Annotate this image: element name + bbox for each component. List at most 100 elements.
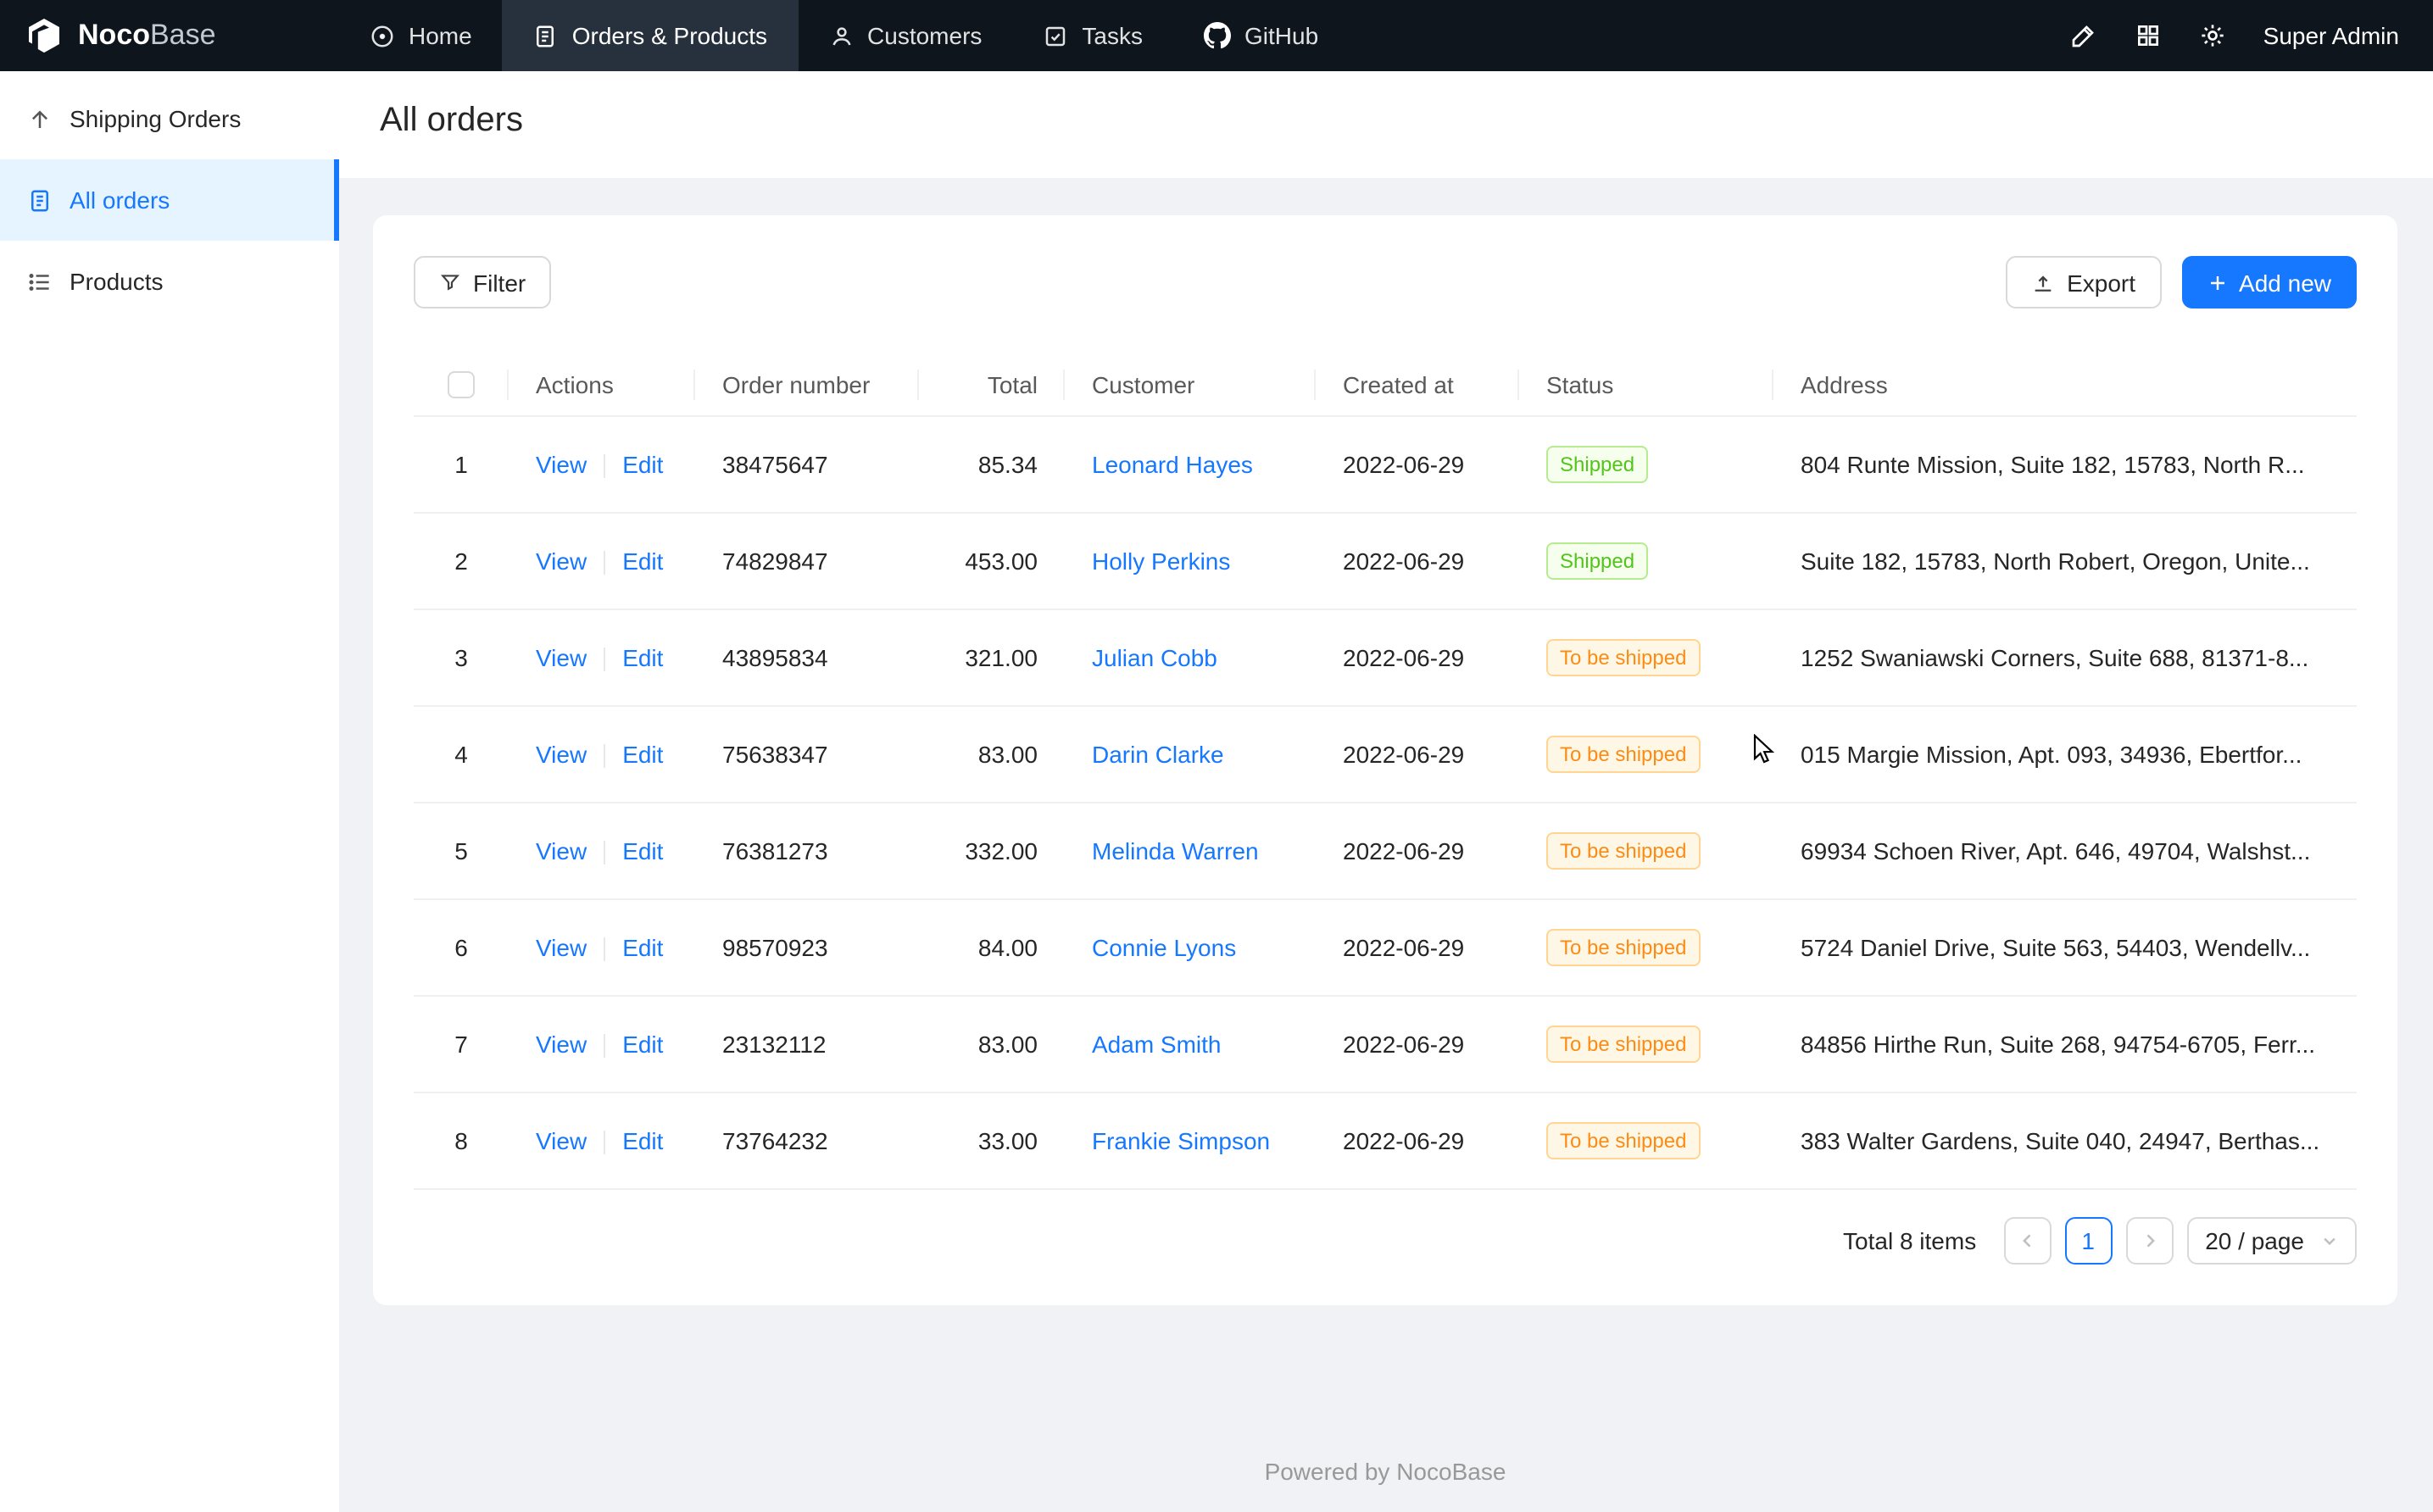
- table-row: 5 ViewEdit 76381273 332.00 Melinda Warre…: [414, 803, 2357, 900]
- row-index: 2: [414, 514, 509, 610]
- nav-item-label: Tasks: [1082, 22, 1143, 49]
- orders-icon: [27, 187, 53, 213]
- filter-button[interactable]: Filter: [414, 256, 551, 309]
- customer-link[interactable]: Darin Clarke: [1092, 742, 1224, 769]
- column-order-number: Order number: [695, 353, 919, 417]
- customer-cell: Leonard Hayes: [1065, 417, 1316, 514]
- customer-link[interactable]: Frankie Simpson: [1092, 1128, 1270, 1155]
- order-number-cell: 98570923: [695, 900, 919, 997]
- sidebar: Shipping Orders All orders Products: [0, 71, 339, 1512]
- edit-link[interactable]: Edit: [622, 1127, 663, 1154]
- actions-divider: [604, 842, 605, 865]
- top-navbar: NocoBase Home Orders & Products Customer…: [0, 0, 2433, 71]
- customer-link[interactable]: Julian Cobb: [1092, 645, 1217, 672]
- nav-item-orders-products[interactable]: Orders & Products: [503, 0, 798, 71]
- actions-divider: [604, 745, 605, 769]
- column-total: Total: [919, 353, 1065, 417]
- edit-link[interactable]: Edit: [622, 741, 663, 768]
- sidebar-item-shipping-orders[interactable]: Shipping Orders: [0, 78, 339, 159]
- edit-link[interactable]: Edit: [622, 1031, 663, 1058]
- view-link[interactable]: View: [536, 934, 587, 961]
- created-at-cell: 2022-06-29: [1316, 514, 1519, 610]
- row-actions: View Edit: [509, 997, 695, 1093]
- customer-cell: Melinda Warren: [1065, 803, 1316, 900]
- sidebar-item-label: All orders: [70, 186, 170, 214]
- view-link[interactable]: View: [536, 741, 587, 768]
- nav-item-label: Home: [409, 22, 472, 49]
- page-1-button[interactable]: 1: [2064, 1218, 2112, 1265]
- export-button-label: Export: [2067, 269, 2135, 296]
- total-cell: 84.00: [919, 900, 1065, 997]
- status-cell: To be shipped: [1519, 1093, 1773, 1190]
- layout: Shipping Orders All orders Products All …: [0, 71, 2433, 1512]
- row-actions: View Edit: [509, 707, 695, 803]
- status-badge: Shipped: [1546, 447, 1648, 484]
- brand-text: NocoBase: [78, 19, 216, 53]
- view-link[interactable]: View: [536, 837, 587, 864]
- total-cell: 321.00: [919, 610, 1065, 707]
- total-cell: 85.34: [919, 417, 1065, 514]
- page-title: All orders: [380, 102, 2392, 141]
- view-link[interactable]: View: [536, 451, 587, 478]
- next-page-button[interactable]: [2125, 1218, 2173, 1265]
- table-header: Actions Order number Total Customer Crea…: [414, 353, 2357, 417]
- orders-table-body: 1 ViewEdit 38475647 85.34 Leonard Hayes …: [414, 417, 2357, 1190]
- nav-item-github[interactable]: GitHub: [1173, 0, 1349, 71]
- column-status: Status: [1519, 353, 1773, 417]
- page-size-select[interactable]: 20 / page: [2186, 1218, 2357, 1265]
- total-cell: 332.00: [919, 803, 1065, 900]
- view-link[interactable]: View: [536, 1127, 587, 1154]
- sidebar-item-products[interactable]: Products: [0, 241, 339, 322]
- nav-item-tasks[interactable]: Tasks: [1012, 0, 1173, 71]
- order-number-cell: 76381273: [695, 803, 919, 900]
- edit-link[interactable]: Edit: [622, 451, 663, 478]
- order-number-cell: 75638347: [695, 707, 919, 803]
- settings-icon[interactable]: [2199, 22, 2226, 49]
- nav-item-customers[interactable]: Customers: [798, 0, 1012, 71]
- actions-divider: [604, 938, 605, 962]
- edit-link[interactable]: Edit: [622, 934, 663, 961]
- export-button[interactable]: Export: [2006, 256, 2161, 309]
- customer-link[interactable]: Connie Lyons: [1092, 935, 1236, 962]
- row-actions: View Edit: [509, 900, 695, 997]
- row-actions: View Edit: [509, 610, 695, 707]
- add-new-button[interactable]: Add new: [2181, 256, 2357, 309]
- order-number-cell: 23132112: [695, 997, 919, 1093]
- orders-table: Actions Order number Total Customer Crea…: [414, 353, 2357, 1191]
- table-row: 8 ViewEdit 73764232 33.00 Frankie Simpso…: [414, 1093, 2357, 1190]
- footer-text: Powered by NocoBase: [1265, 1458, 1506, 1485]
- customer-link[interactable]: Holly Perkins: [1092, 548, 1230, 575]
- actions-divider: [604, 552, 605, 575]
- edit-link[interactable]: Edit: [622, 837, 663, 864]
- customer-cell: Darin Clarke: [1065, 707, 1316, 803]
- sidebar-item-all-orders[interactable]: All orders: [0, 159, 339, 241]
- customer-link[interactable]: Leonard Hayes: [1092, 452, 1253, 479]
- list-icon: [27, 269, 53, 294]
- filter-button-label: Filter: [473, 269, 526, 296]
- brand-bold: Noco: [78, 19, 150, 51]
- created-at-cell: 2022-06-29: [1316, 803, 1519, 900]
- view-link[interactable]: View: [536, 644, 587, 671]
- edit-link[interactable]: Edit: [622, 644, 663, 671]
- sidebar-item-label: Shipping Orders: [70, 105, 241, 132]
- main: All orders Filter: [339, 71, 2433, 1512]
- view-link[interactable]: View: [536, 548, 587, 575]
- brand[interactable]: NocoBase: [0, 15, 339, 56]
- view-link[interactable]: View: [536, 1031, 587, 1058]
- nav-item-home[interactable]: Home: [339, 0, 503, 71]
- row-index: 1: [414, 417, 509, 514]
- address-cell: 84856 Hirthe Run, Suite 268, 94754-6705,…: [1773, 997, 2357, 1093]
- plugin-manager-icon[interactable]: [2135, 22, 2162, 49]
- edit-link[interactable]: Edit: [622, 548, 663, 575]
- user-menu[interactable]: Super Admin: [2263, 22, 2399, 49]
- select-all-checkbox[interactable]: [448, 372, 475, 399]
- customer-cell: Frankie Simpson: [1065, 1093, 1316, 1190]
- address-cell: 015 Margie Mission, Apt. 093, 34936, Ebe…: [1773, 707, 2357, 803]
- pagination-total: Total 8 items: [1843, 1228, 1976, 1255]
- prev-page-button[interactable]: [2003, 1218, 2051, 1265]
- customer-link[interactable]: Melinda Warren: [1092, 838, 1259, 865]
- status-badge: To be shipped: [1546, 1026, 1700, 1064]
- status-cell: To be shipped: [1519, 997, 1773, 1093]
- customer-link[interactable]: Adam Smith: [1092, 1031, 1222, 1059]
- ui-editor-icon[interactable]: [2070, 22, 2097, 49]
